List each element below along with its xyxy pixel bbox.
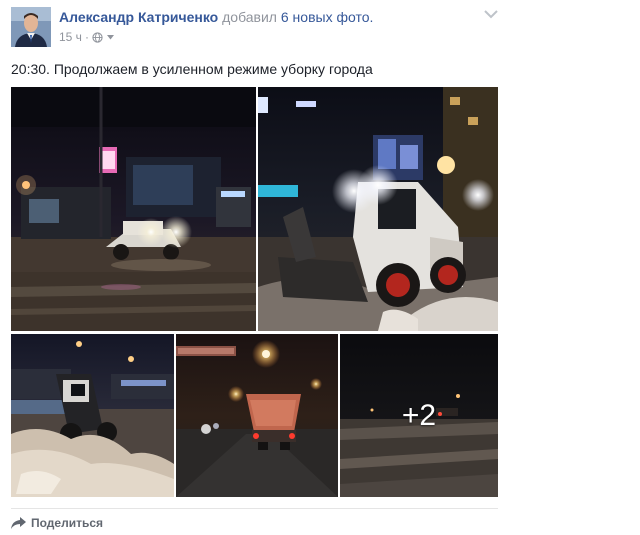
author-avatar[interactable]: [11, 7, 51, 47]
post-photo-1[interactable]: [11, 87, 256, 331]
avatar-image: [11, 7, 51, 47]
author-action-text: добавил: [222, 9, 277, 25]
salt-spreader-truck-photo: [176, 334, 338, 497]
globe-icon[interactable]: [92, 31, 103, 43]
photos-count-link[interactable]: 6 новых фото.: [281, 9, 374, 25]
author-name-link[interactable]: Александр Катриченко: [59, 9, 218, 25]
meta-separator: ·: [84, 30, 89, 44]
snow-loader-street-photo: [11, 87, 256, 331]
more-photos-overlay[interactable]: +2: [340, 334, 498, 497]
post-meta: 15 ч ·: [59, 30, 114, 44]
post-photo-3[interactable]: [11, 334, 174, 497]
post-header: Александр Катриченко добавил 6 новых фот…: [59, 9, 373, 26]
more-photos-count: +2: [401, 398, 437, 432]
post-photo-4[interactable]: [176, 334, 338, 497]
share-arrow-icon: [11, 517, 26, 529]
share-button[interactable]: Поделиться: [11, 516, 103, 530]
snow-loader-closeup-photo: [258, 87, 498, 331]
chevron-down-icon[interactable]: [484, 9, 498, 19]
post-photo-5[interactable]: +2: [340, 334, 498, 497]
audience-caret-icon[interactable]: [106, 34, 114, 40]
post-photo-2[interactable]: [258, 87, 498, 331]
actions-divider: [11, 508, 498, 509]
snow-loader-pile-photo: [11, 334, 174, 497]
feed-post: Александр Катриченко добавил 6 новых фот…: [0, 0, 640, 535]
share-label: Поделиться: [31, 516, 104, 530]
post-text: 20:30. Продолжаем в усиленном режиме убо…: [11, 61, 373, 77]
post-timestamp[interactable]: 15 ч: [59, 30, 82, 44]
